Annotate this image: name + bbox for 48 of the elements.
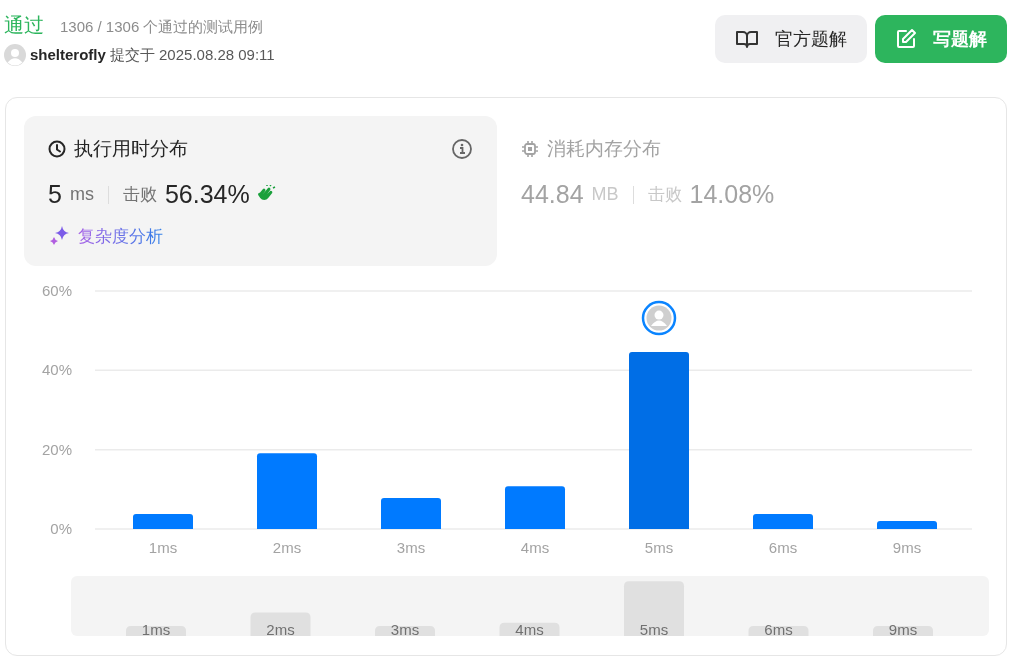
stat-value: 5	[48, 179, 62, 210]
panel-title: 执行用时分布	[74, 136, 188, 161]
axis-label: 1ms	[148, 539, 178, 556]
mini-bar	[748, 626, 809, 636]
avatar-icon	[4, 44, 26, 67]
axis-label: 4ms	[520, 539, 550, 556]
mini-bar	[126, 626, 186, 636]
stat-value: 44.84	[521, 179, 584, 210]
axis-label: 20%	[41, 440, 72, 458]
panel-title: 消耗内存分布	[547, 136, 661, 161]
beats-percent: 14.08%	[689, 179, 775, 210]
user-avatar-marker	[641, 300, 677, 336]
mini-bar	[375, 626, 435, 636]
mini-bar	[873, 626, 933, 636]
testcase-count: 1306 / 1306 个通过的测试用例	[60, 17, 264, 37]
stats-panel[interactable]: 执行用时分布 5 ms 击败 56.34% 复杂度分析	[24, 116, 497, 266]
axis-label: 0%	[50, 520, 72, 537]
axis-label: 60%	[41, 282, 72, 299]
status-text: 通过	[4, 13, 44, 38]
axis-label: 3ms	[396, 539, 426, 556]
navigator-label: 5ms	[639, 621, 669, 636]
solution-button[interactable]: 官方题解	[715, 15, 867, 63]
edit-icon	[895, 28, 917, 50]
axis-label: 40%	[41, 361, 72, 379]
navigator-label: 1ms	[141, 621, 171, 636]
axis-label: 5ms	[644, 539, 674, 556]
beats-percent: 56.34%	[164, 179, 250, 210]
chart-bar[interactable]	[753, 513, 813, 529]
navigator-label: 2ms	[266, 621, 295, 636]
axis-label: 9ms	[892, 539, 922, 556]
navigator-label: 9ms	[888, 621, 918, 636]
beats-label: 击败	[122, 184, 157, 206]
submit-time: 提交于 2025.08.28 09:11	[109, 45, 275, 65]
navigator-label: 3ms	[390, 621, 420, 636]
range-navigator[interactable]: 1ms 2ms 3ms 4ms 5ms 6ms 9ms	[71, 576, 989, 636]
axis-label: 6ms	[768, 539, 798, 556]
navigator-label: 6ms	[764, 621, 793, 636]
mini-bar	[624, 581, 684, 636]
clock-icon	[48, 140, 66, 158]
username[interactable]: shelterofly	[30, 44, 106, 67]
chip-icon	[521, 140, 539, 158]
book-icon	[735, 29, 759, 49]
stat-unit: ms	[69, 183, 94, 207]
info-icon[interactable]	[451, 138, 473, 160]
chart-bar[interactable]	[133, 513, 193, 529]
write-solution-button[interactable]: 写题解	[875, 15, 1007, 63]
navigator-label: 4ms	[515, 621, 544, 636]
axis-label: 2ms	[272, 539, 302, 556]
